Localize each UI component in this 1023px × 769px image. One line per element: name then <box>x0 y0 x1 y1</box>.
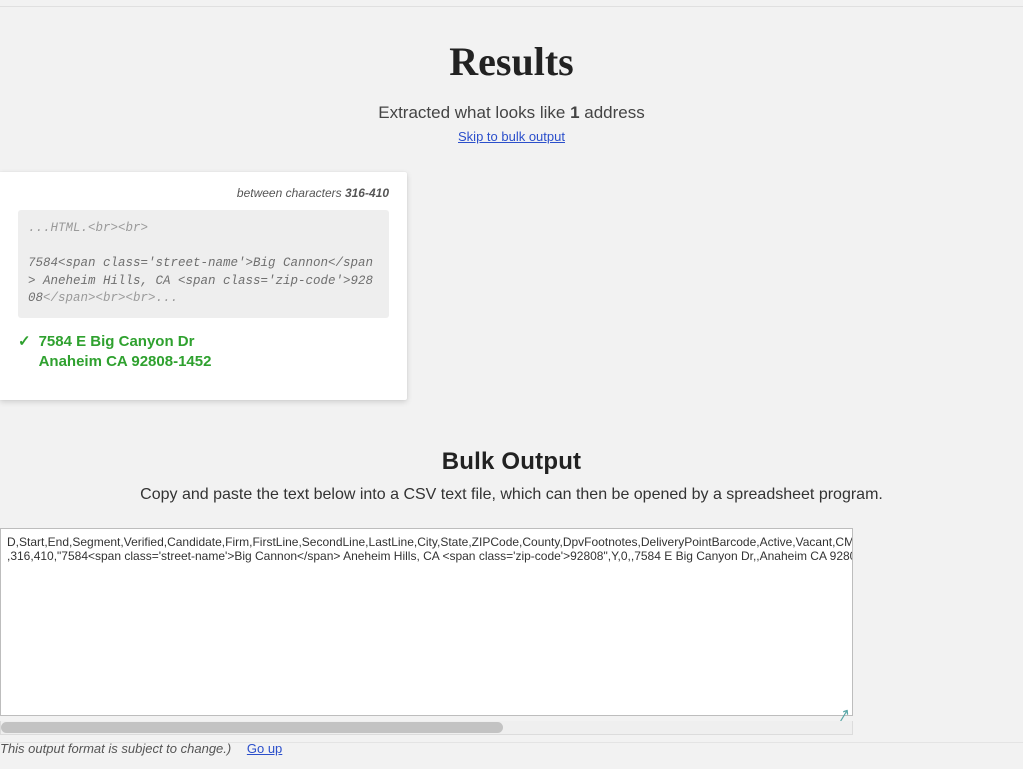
source-snippet: ...HTML.<br><br> 7584<span class='street… <box>18 210 389 318</box>
snippet-trailing: </span><br><br>... <box>43 291 178 305</box>
check-icon: ✓ <box>18 332 31 352</box>
character-range: between characters 316-410 <box>18 186 389 200</box>
subtitle-count: 1 <box>570 103 579 122</box>
address-line-2: Anaheim CA 92808-1452 <box>39 352 212 372</box>
bulk-output-container: ↗ This output format is subject to chang… <box>0 528 853 756</box>
result-card: between characters 316-410 ...HTML.<br><… <box>0 172 407 400</box>
go-up-link[interactable]: Go up <box>247 741 282 756</box>
address-line-1: 7584 E Big Canyon Dr <box>39 332 212 352</box>
scrollbar-thumb[interactable] <box>1 722 503 733</box>
output-footer-note: This output format is subject to change.… <box>0 741 853 756</box>
snippet-leading: ...HTML.<br><br> <box>28 221 148 235</box>
skip-to-bulk-link[interactable]: Skip to bulk output <box>0 129 1023 144</box>
bottom-divider <box>0 742 1023 743</box>
horizontal-scrollbar[interactable] <box>0 721 853 735</box>
results-subtitle: Extracted what looks like 1 address <box>0 103 1023 123</box>
subtitle-prefix: Extracted what looks like <box>378 103 570 122</box>
bulk-output-textarea[interactable] <box>0 528 853 716</box>
address-text: 7584 E Big Canyon Dr Anaheim CA 92808-14… <box>39 332 212 373</box>
bulk-output-description: Copy and paste the text below into a CSV… <box>0 486 1023 504</box>
range-value: 316-410 <box>345 186 389 200</box>
top-divider <box>0 6 1023 7</box>
range-prefix: between characters <box>237 186 345 200</box>
page-content: Results Extracted what looks like 1 addr… <box>0 0 1023 756</box>
page-title: Results <box>0 38 1023 85</box>
bulk-output-title: Bulk Output <box>0 448 1023 476</box>
footer-note-text: This output format is subject to change.… <box>0 741 231 756</box>
subtitle-suffix: address <box>580 103 645 122</box>
verified-address: ✓ 7584 E Big Canyon Dr Anaheim CA 92808-… <box>18 332 389 373</box>
